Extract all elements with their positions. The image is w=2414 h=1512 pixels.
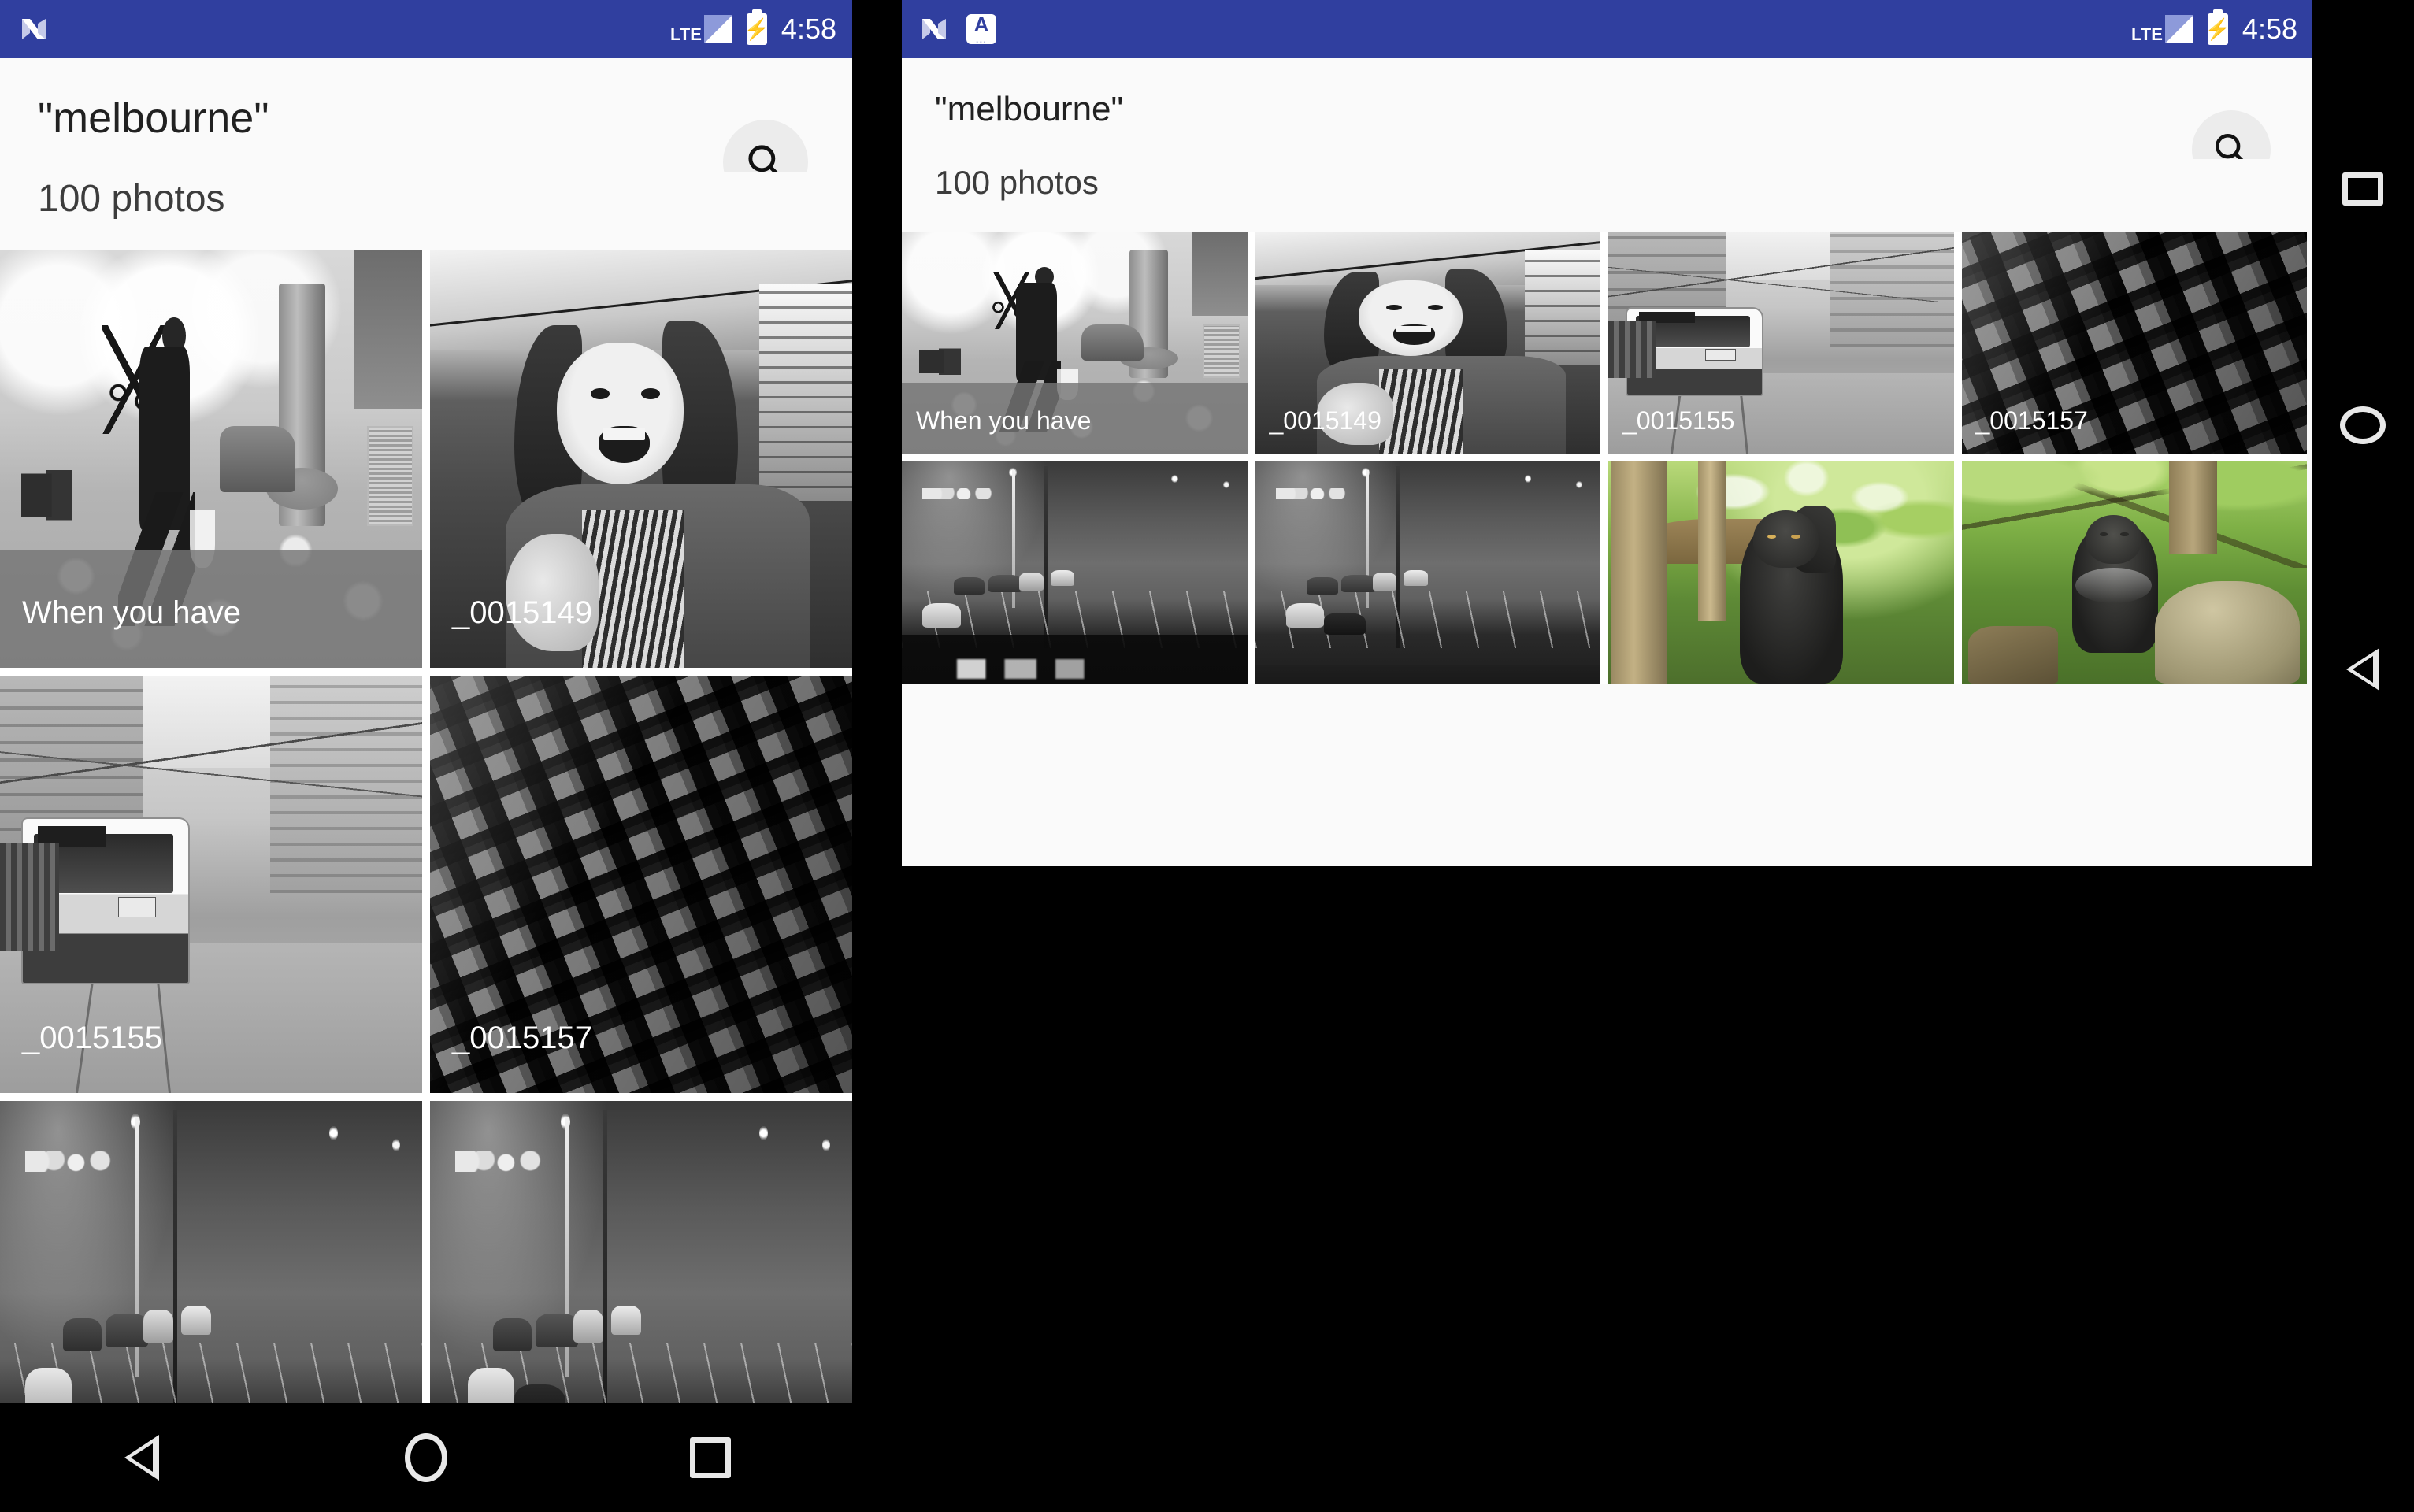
- photo-thumbnail: [1255, 232, 1601, 454]
- photo-tile-0015149[interactable]: _0015149: [430, 250, 852, 668]
- home-circle-icon: [2340, 406, 2386, 444]
- photo-tile-gorilla-b[interactable]: [1962, 461, 2308, 684]
- photo-thumbnail: [902, 232, 1248, 454]
- recents-square-icon: [2342, 172, 2383, 206]
- lte-signal-group: LTE: [670, 15, 732, 43]
- photo-thumbnail: [1962, 232, 2308, 454]
- photo-image: [430, 676, 852, 1093]
- left-app-bar: "melbourne": [0, 58, 852, 172]
- page-title: "melbourne": [935, 90, 1123, 129]
- photo-count-label: 100 photos: [935, 164, 1099, 202]
- page-title: "melbourne": [38, 94, 269, 142]
- recents-button[interactable]: [2316, 142, 2410, 236]
- home-circle-icon: [405, 1433, 447, 1482]
- right-app-bar: "melbourne": [902, 58, 2312, 159]
- android-n-logo-icon: [919, 13, 952, 46]
- recents-square-icon: [690, 1437, 731, 1478]
- right-tablet-window: A ... LTE ⚡ 4:58 "melbourne": [902, 0, 2312, 866]
- left-count-bar: 100 photos: [0, 172, 852, 250]
- photo-tile-night-a[interactable]: [902, 461, 1248, 684]
- photo-tile-when-you-have[interactable]: When you have: [902, 232, 1248, 454]
- back-button[interactable]: [2316, 622, 2410, 717]
- recents-button[interactable]: [663, 1410, 758, 1505]
- photo-image: [1962, 461, 2308, 684]
- photo-tile-0015155[interactable]: _0015155: [0, 676, 422, 1093]
- signal-bars-icon: [704, 15, 732, 43]
- photo-image: [1608, 232, 1954, 454]
- photo-thumbnail: [1962, 461, 2308, 684]
- photo-tile-0015157[interactable]: _0015157: [1962, 232, 2308, 454]
- back-triangle-icon: [2346, 648, 2379, 691]
- left-status-bar-left-icons: [19, 13, 52, 46]
- photo-tile-night-b[interactable]: [1255, 461, 1601, 684]
- photo-thumbnail: [1608, 461, 1954, 684]
- photo-image: [0, 250, 422, 668]
- photo-image: [902, 461, 1248, 684]
- photo-tile-0015157[interactable]: _0015157: [430, 676, 852, 1093]
- photo-image: [0, 676, 422, 1093]
- lte-label: LTE: [670, 26, 702, 43]
- status-clock: 4:58: [781, 15, 836, 43]
- photo-thumbnail: [1608, 232, 1954, 454]
- back-triangle-icon: [124, 1435, 159, 1480]
- photo-tile-0015155[interactable]: _0015155: [1608, 232, 1954, 454]
- right-status-bar-right-icons: LTE ⚡ 4:58: [2131, 13, 2297, 45]
- photo-image: [1255, 232, 1601, 454]
- lte-label: LTE: [2131, 26, 2163, 43]
- photo-image: [1608, 461, 1954, 684]
- home-button[interactable]: [379, 1410, 473, 1505]
- battery-charging-icon: ⚡: [2208, 13, 2228, 45]
- photo-thumbnail: [430, 676, 852, 1093]
- photo-image: [902, 232, 1248, 454]
- lte-signal-group: LTE: [2131, 15, 2193, 43]
- photo-tile-when-you-have[interactable]: When you have: [0, 250, 422, 668]
- right-status-bar-left-icons: A ...: [919, 13, 996, 46]
- photo-count-label: 100 photos: [38, 178, 225, 220]
- photo-thumbnail: [902, 461, 1248, 684]
- left-system-nav-bar: [0, 1403, 852, 1512]
- right-photo-grid: When you have_0015149_0015155_0015157: [902, 232, 2307, 684]
- photo-tile-0015149[interactable]: _0015149: [1255, 232, 1601, 454]
- back-button[interactable]: [95, 1410, 189, 1505]
- photo-tile-gorilla-a[interactable]: [1608, 461, 1954, 684]
- right-count-bar: 100 photos: [902, 159, 2312, 232]
- left-phone-window: LTE ⚡ 4:58 "melbourne": [0, 0, 852, 1512]
- photo-thumbnail: [0, 676, 422, 1093]
- left-photo-grid: When you have_0015149_0015155_0015157: [0, 250, 852, 1512]
- photo-thumbnail: [1255, 461, 1601, 684]
- translate-a-dots: ...: [966, 36, 996, 41]
- photo-thumbnail: [0, 250, 422, 668]
- left-status-bar-right-icons: LTE ⚡ 4:58: [670, 13, 836, 45]
- photo-image: [430, 250, 852, 668]
- android-n-logo-icon: [19, 13, 52, 46]
- home-button[interactable]: [2316, 378, 2410, 472]
- system-nav-bar-vertical: [2312, 0, 2414, 1512]
- screen-root: LTE ⚡ 4:58 "melbourne": [0, 0, 2414, 1512]
- photo-image: [1255, 461, 1601, 684]
- photo-thumbnail: [430, 250, 852, 668]
- left-status-bar: LTE ⚡ 4:58: [0, 0, 852, 58]
- battery-charging-icon: ⚡: [747, 13, 767, 45]
- photo-image: [1962, 232, 2308, 454]
- translate-a-icon: A ...: [966, 14, 996, 44]
- status-clock: 4:58: [2242, 15, 2297, 43]
- right-status-bar: A ... LTE ⚡ 4:58: [902, 0, 2312, 58]
- signal-bars-icon: [2165, 15, 2193, 43]
